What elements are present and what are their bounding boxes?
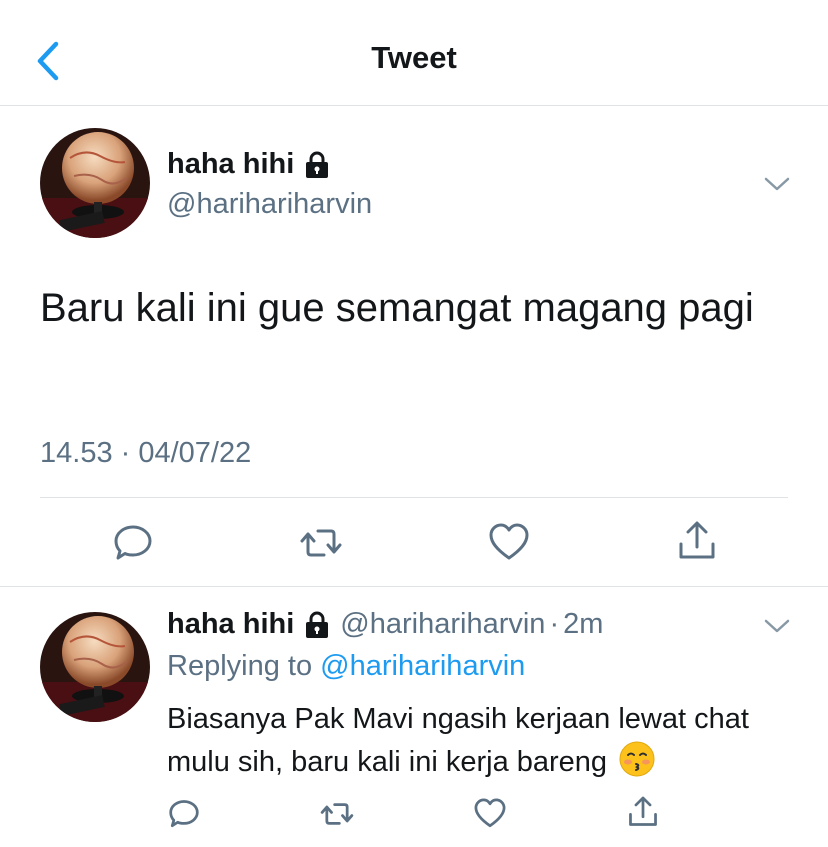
tweet-text: Biasanya Pak Mavi ngasih kerjaan lewat c…: [167, 698, 797, 784]
user-handle[interactable]: @harihariharvin: [340, 608, 545, 641]
lock-icon: [306, 151, 329, 178]
page-title: Tweet: [371, 40, 457, 75]
like-icon[interactable]: [472, 796, 508, 832]
top-bar: Tweet: [0, 0, 828, 106]
separator-dot: ·: [549, 608, 560, 640]
tweet-actions: [0, 516, 828, 572]
share-icon[interactable]: [625, 794, 661, 830]
display-name-text: haha hihi: [167, 148, 295, 180]
share-icon[interactable]: [674, 518, 720, 564]
chevron-down-icon[interactable]: [762, 616, 792, 636]
like-icon[interactable]: [486, 520, 532, 566]
replying-to: Replying to @harihariharvin: [167, 650, 525, 683]
display-name[interactable]: haha hihi: [167, 608, 294, 641]
mention-link[interactable]: @harihariharvin: [320, 650, 525, 682]
avatar[interactable]: [40, 128, 150, 238]
reply-header: haha hihi @harihariharvin · 2m: [167, 608, 603, 641]
tweet-time[interactable]: 2m: [563, 608, 603, 641]
avatar[interactable]: [40, 612, 150, 722]
user-handle[interactable]: @harihariharvin: [167, 188, 372, 221]
reply-icon[interactable]: [166, 796, 202, 832]
reply-icon[interactable]: [110, 520, 156, 566]
retweet-icon[interactable]: [298, 520, 344, 566]
replying-label: Replying to: [167, 650, 313, 682]
divider: [40, 497, 788, 498]
tweet-text: Baru kali ini gue semangat magang pagi: [40, 286, 754, 330]
retweet-icon[interactable]: [319, 796, 355, 832]
lock-icon: [306, 611, 329, 638]
tweet-text-content: Biasanya Pak Mavi ngasih kerjaan lewat c…: [167, 703, 749, 778]
display-name[interactable]: haha hihi: [167, 148, 330, 181]
kissing-face-emoji: [619, 741, 655, 777]
chevron-down-icon[interactable]: [762, 174, 792, 194]
tweet-timestamp[interactable]: 14.53 · 04/07/22: [40, 437, 251, 470]
divider: [0, 586, 828, 587]
